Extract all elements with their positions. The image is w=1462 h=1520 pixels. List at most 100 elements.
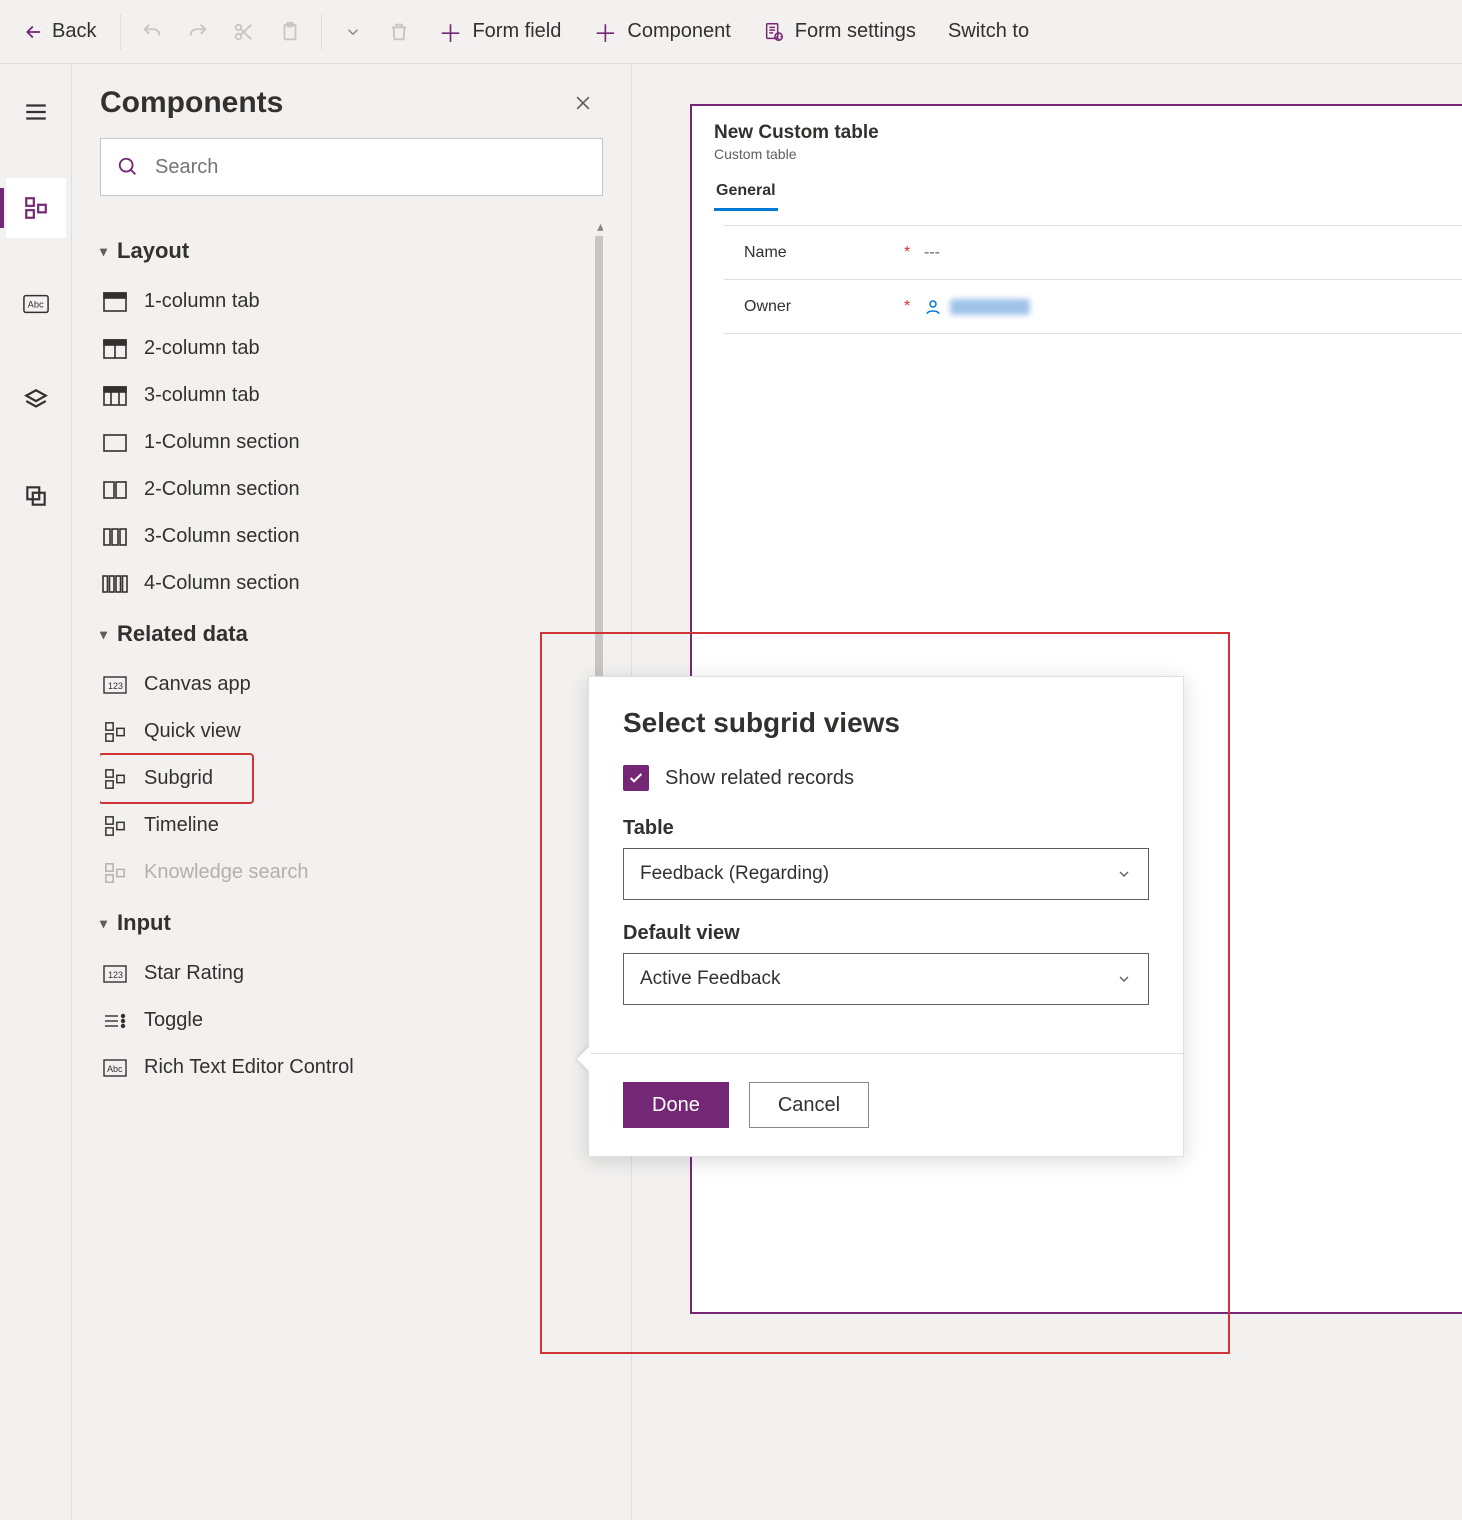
rail-layers[interactable] xyxy=(6,370,66,430)
back-arrow-icon xyxy=(20,21,42,43)
chevron-down-icon xyxy=(342,21,364,43)
svg-text:123: 123 xyxy=(108,970,123,980)
knowledge-search-icon xyxy=(102,862,128,884)
comp-label: Timeline xyxy=(144,814,219,837)
comp-3col-section[interactable]: 3-Column section xyxy=(100,513,603,560)
comp-label: Toggle xyxy=(144,1009,203,1032)
paste-button[interactable] xyxy=(269,13,311,51)
back-button[interactable]: Back xyxy=(6,12,110,51)
comp-canvas-app[interactable]: 123 Canvas app xyxy=(100,661,603,708)
redo-button[interactable] xyxy=(177,13,219,51)
search-input[interactable] xyxy=(153,155,586,180)
switch-button[interactable]: Switch to xyxy=(934,12,1043,51)
scroll-up-icon: ▴ xyxy=(597,224,603,235)
field-name-row[interactable]: Name * --- xyxy=(724,226,1462,280)
cut-button[interactable] xyxy=(223,13,265,51)
field-owner-value xyxy=(924,298,1030,316)
comp-1col-section[interactable]: 1-Column section xyxy=(100,419,603,466)
undo-button[interactable] xyxy=(131,13,173,51)
checkbox-checked-icon xyxy=(623,765,649,791)
top-toolbar: Back ＋ Form field ＋ Componen xyxy=(0,0,1462,64)
comp-4col-section[interactable]: 4-Column section xyxy=(100,560,603,607)
back-label: Back xyxy=(52,20,96,43)
panel-close-button[interactable] xyxy=(563,87,603,119)
plus-icon: ＋ xyxy=(593,14,617,49)
dialog-title: Select subgrid views xyxy=(623,707,1149,739)
table-select[interactable]: Feedback (Regarding) xyxy=(623,848,1149,900)
toolbar-divider xyxy=(120,14,121,50)
comp-quick-view[interactable]: Quick view xyxy=(100,708,603,755)
section-layout[interactable]: ▾ Layout xyxy=(100,224,603,278)
comp-3col-tab[interactable]: 3-column tab xyxy=(100,372,603,419)
comp-2col-section[interactable]: 2-Column section xyxy=(100,466,603,513)
add-form-field-button[interactable]: ＋ Form field xyxy=(424,6,575,57)
plus-icon: ＋ xyxy=(438,14,462,49)
rail-components[interactable] xyxy=(6,178,66,238)
cancel-button[interactable]: Cancel xyxy=(749,1082,869,1128)
scissors-icon xyxy=(233,21,255,43)
chevron-down-icon: ▾ xyxy=(100,915,107,932)
trash-icon xyxy=(388,21,410,43)
comp-1col-tab[interactable]: 1-column tab xyxy=(100,278,603,325)
done-button[interactable]: Done xyxy=(623,1082,729,1128)
form-settings-icon xyxy=(763,21,785,43)
comp-timeline[interactable]: Timeline xyxy=(100,802,603,849)
show-related-checkbox[interactable]: Show related records xyxy=(623,765,1149,791)
comp-label: 1-Column section xyxy=(144,431,300,454)
field-name-label: Name xyxy=(744,244,894,262)
chevron-down-icon: ▾ xyxy=(100,243,107,260)
timeline-icon xyxy=(102,815,128,837)
comp-star-rating[interactable]: 123 Star Rating xyxy=(100,950,603,997)
comp-label: 3-Column section xyxy=(144,525,300,548)
form-settings-label: Form settings xyxy=(795,20,916,43)
panel-scroll: ▾ Layout 1-column tab 2-column tab 3-col… xyxy=(100,224,603,1498)
comp-toggle[interactable]: Toggle xyxy=(100,997,603,1044)
comp-knowledge-search: Knowledge search xyxy=(100,849,603,896)
search-box[interactable] xyxy=(100,138,603,196)
comp-label: 3-column tab xyxy=(144,384,260,407)
comp-label: Canvas app xyxy=(144,673,251,696)
person-icon xyxy=(924,298,942,316)
comp-rich-text[interactable]: Abc Rich Text Editor Control xyxy=(100,1044,603,1091)
section-input[interactable]: ▾ Input xyxy=(100,896,603,950)
section-1col-icon xyxy=(102,432,128,454)
comp-label: 4-Column section xyxy=(144,572,300,595)
field-owner-label: Owner xyxy=(744,298,894,316)
subgrid-icon xyxy=(102,768,128,790)
add-component-button[interactable]: ＋ Component xyxy=(579,6,744,57)
tab-1col-icon xyxy=(102,291,128,313)
chevron-down-icon xyxy=(1116,971,1132,987)
owner-redacted xyxy=(950,299,1030,315)
panel-title: Components xyxy=(100,86,283,120)
more-dropdown[interactable] xyxy=(332,13,374,51)
comp-label: Rich Text Editor Control xyxy=(144,1056,354,1079)
rail-textbox[interactable]: Abc xyxy=(6,274,66,334)
form-field-label: Form field xyxy=(472,20,561,43)
svg-text:Abc: Abc xyxy=(107,1064,123,1074)
delete-button[interactable] xyxy=(378,13,420,51)
subgrid-dialog: Select subgrid views Show related record… xyxy=(588,676,1184,1157)
section-related-label: Related data xyxy=(117,621,248,647)
view-select-value: Active Feedback xyxy=(640,968,780,990)
section-related[interactable]: ▾ Related data xyxy=(100,607,603,661)
quick-view-icon xyxy=(102,721,128,743)
clipboard-icon xyxy=(279,21,301,43)
switch-label: Switch to xyxy=(948,20,1029,43)
section-4col-icon xyxy=(102,573,128,595)
left-rail: Abc xyxy=(0,64,72,1520)
rail-hamburger[interactable] xyxy=(6,82,66,142)
comp-label: Subgrid xyxy=(144,767,213,790)
checkbox-label: Show related records xyxy=(665,767,854,790)
comp-2col-tab[interactable]: 2-column tab xyxy=(100,325,603,372)
rail-copy[interactable] xyxy=(6,466,66,526)
component-label: Component xyxy=(627,20,730,43)
required-indicator: * xyxy=(904,298,924,316)
field-owner-row[interactable]: Owner * xyxy=(724,280,1462,334)
comp-subgrid[interactable]: Subgrid xyxy=(100,755,252,802)
view-select[interactable]: Active Feedback xyxy=(623,953,1149,1005)
form-settings-button[interactable]: Form settings xyxy=(749,12,930,51)
form-tab-general[interactable]: General xyxy=(714,168,778,211)
redo-icon xyxy=(187,21,209,43)
components-panel: Components ▾ Layout 1-column tab 2-colum… xyxy=(72,64,632,1520)
field-name-value: --- xyxy=(924,244,940,262)
